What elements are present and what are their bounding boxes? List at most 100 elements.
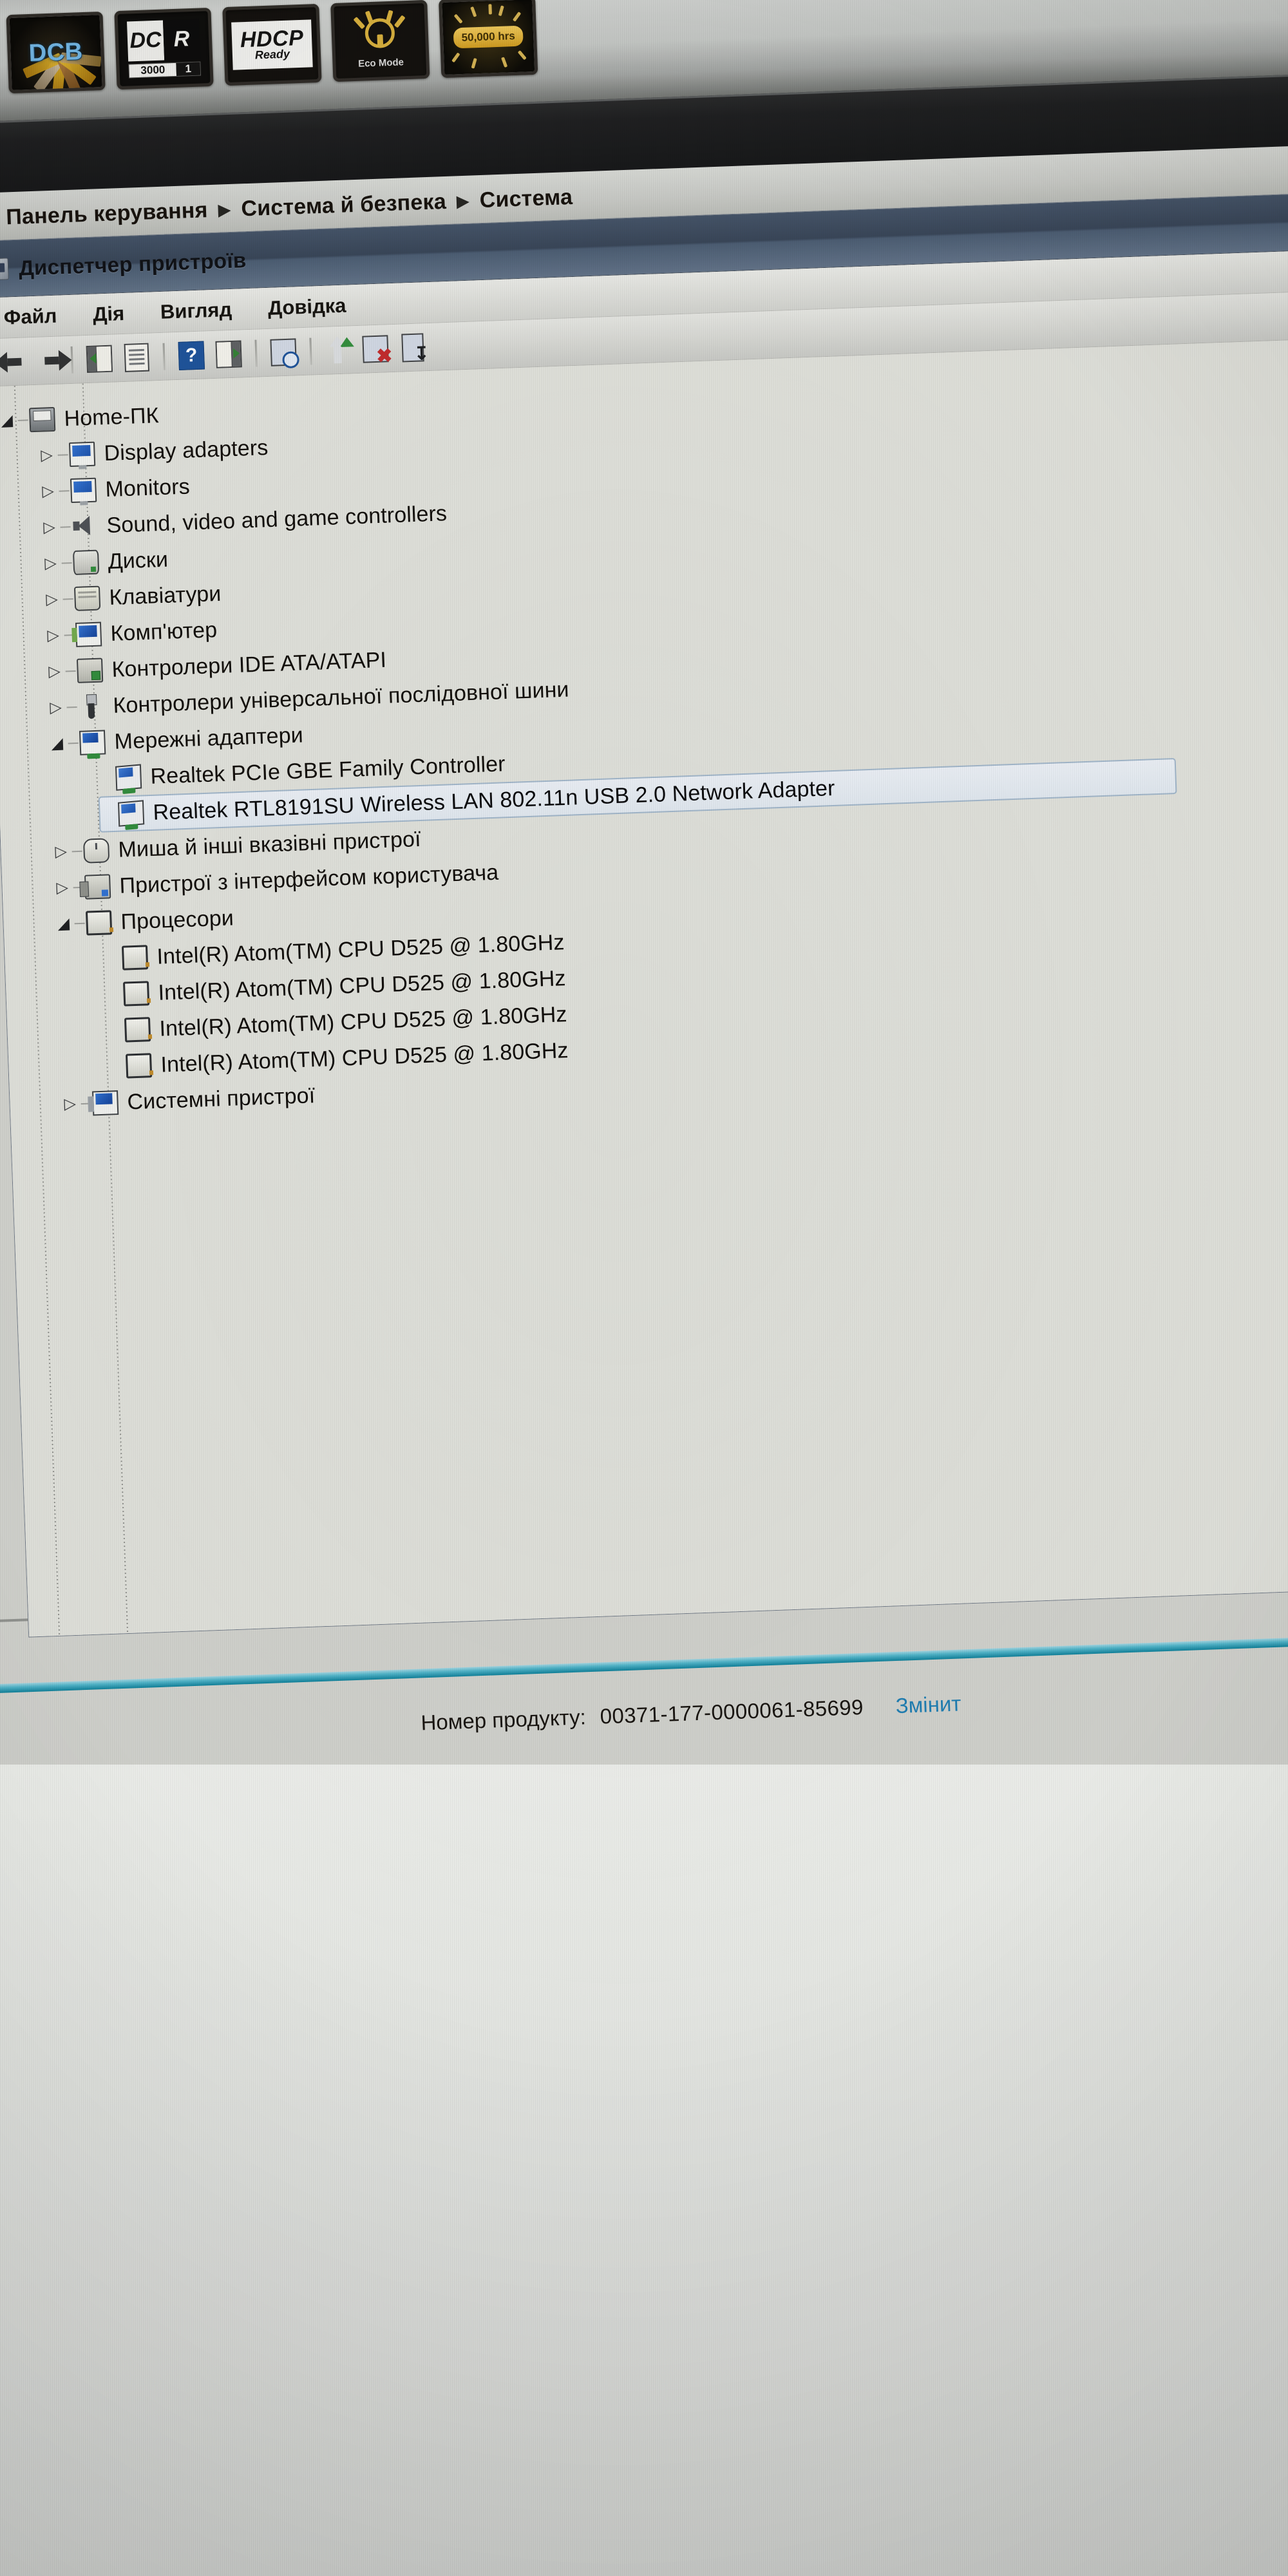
tree-node-label: Sound, video and game controllers	[106, 500, 448, 538]
tree-dash	[71, 850, 82, 853]
eco-mode-badge: Eco Mode	[330, 0, 430, 82]
tree-node-label: Клавіатури	[108, 581, 222, 610]
update-driver-icon	[327, 336, 354, 365]
uninstall-device-button[interactable]: ✖	[356, 331, 395, 366]
question-mark-icon: ?	[178, 341, 205, 370]
chevron-right-icon[interactable]: ▷	[44, 699, 67, 717]
tree-node-label: Процесори	[120, 905, 234, 934]
computer-icon	[28, 406, 56, 433]
update-driver-button[interactable]	[319, 333, 357, 368]
chevron-down-icon[interactable]: ◢	[52, 915, 75, 933]
cpu-icon	[124, 1017, 151, 1043]
dcb-badge-main: DCB	[28, 37, 84, 67]
tree-dash	[60, 526, 71, 528]
tree-node-label: Monitors	[104, 473, 191, 502]
tree-dash	[65, 670, 76, 672]
chevron-right-icon[interactable]: ▷	[50, 843, 72, 861]
network-card-icon	[117, 800, 145, 827]
forward-button[interactable]	[25, 343, 64, 378]
tree-dash	[62, 598, 73, 600]
menu-item-view[interactable]: Вигляд	[142, 293, 251, 328]
computer-node-icon	[75, 621, 102, 647]
device-manager-window: Диспетчер пристроїв Файл Дія Вигляд Дові…	[0, 193, 1288, 1638]
window-title: Диспетчер пристроїв	[18, 247, 247, 280]
system-device-icon	[91, 1090, 119, 1116]
bulb-icon	[365, 17, 395, 48]
dcr-main-right: R	[162, 19, 201, 61]
breadcrumb-item-system[interactable]: Система	[479, 184, 573, 213]
tree-node-label: Диски	[107, 547, 169, 574]
tree-dash	[17, 419, 28, 421]
cpu-icon	[122, 981, 150, 1007]
dcr-main-left: DC	[126, 20, 165, 62]
cpu-icon	[85, 910, 113, 936]
breadcrumb-item-control-panel[interactable]: Панель керування	[6, 198, 209, 230]
empty-lower-area	[0, 1765, 1288, 2576]
mouse-icon	[82, 838, 110, 864]
speaker-icon	[71, 514, 98, 539]
hours-badge-main: 50,000 hrs	[453, 25, 524, 48]
disk-drive-icon	[72, 549, 100, 576]
toolbar-separator	[254, 339, 258, 367]
chevron-down-icon[interactable]: ◢	[46, 735, 68, 753]
chevron-right-icon[interactable]: ▷	[41, 591, 63, 609]
show-action-pane-button[interactable]	[209, 337, 248, 372]
tree-dash	[66, 706, 77, 708]
cpu-icon	[121, 945, 149, 971]
breadcrumb-item-system-security[interactable]: Система й безпека	[241, 189, 447, 221]
dcr-ratio: 3000 1	[128, 61, 202, 78]
tree-node-label: Комп'ютер	[109, 617, 218, 646]
scan-hardware-button[interactable]	[264, 335, 303, 370]
monitor-icon	[68, 441, 96, 468]
tree-node-label: Мережні адаптери	[113, 722, 304, 754]
chevron-right-icon[interactable]: ▷	[59, 1095, 81, 1113]
dcr-logo: DC R	[126, 19, 201, 62]
help-button[interactable]: ?	[172, 338, 211, 373]
chevron-right-icon[interactable]: ▷	[43, 663, 66, 681]
tree-dash	[74, 922, 85, 925]
tree-node-label: Display adapters	[103, 435, 269, 466]
cpu-icon	[125, 1053, 153, 1079]
chevron-right-icon: ▸	[0, 206, 3, 229]
monitor-icon	[70, 477, 97, 504]
chevron-right-icon[interactable]: ▷	[35, 446, 58, 464]
chevron-right-icon[interactable]: ▷	[37, 482, 59, 500]
tree-node-label: Home-ПК	[63, 402, 160, 431]
chevron-down-icon[interactable]: ◢	[0, 412, 18, 430]
tree-dash	[57, 454, 68, 456]
chevron-right-icon[interactable]: ▷	[39, 554, 62, 573]
hdcp-badge-sub: Ready	[254, 47, 290, 61]
ide-controller-icon	[76, 658, 104, 683]
scan-magnifier-icon	[270, 337, 297, 366]
chevron-right-icon[interactable]: ▷	[42, 627, 64, 645]
uninstall-red-x-icon: ✖	[362, 334, 393, 366]
show-console-tree-button[interactable]	[80, 341, 118, 376]
back-button[interactable]	[0, 345, 26, 379]
disable-device-icon: ↧	[401, 332, 430, 363]
tree-dash	[68, 742, 79, 744]
chevron-right-icon[interactable]: ▷	[51, 879, 73, 897]
chevron-right-icon[interactable]: ▷	[38, 518, 61, 536]
network-card-icon	[115, 764, 142, 791]
menu-item-file[interactable]: Файл	[0, 299, 75, 334]
disable-device-button[interactable]: ↧	[393, 330, 432, 365]
menu-item-action[interactable]: Дія	[74, 297, 142, 330]
hdcp-badge: HDCP Ready	[222, 3, 322, 86]
menu-item-help[interactable]: Довідка	[249, 289, 365, 324]
tree-dash	[61, 562, 72, 564]
network-icon	[79, 730, 106, 755]
tree-dash	[59, 490, 70, 492]
toolbar-separator	[309, 337, 312, 365]
lifetime-hours-badge: 50,000 hrs	[439, 0, 538, 78]
device-tree[interactable]: ◢ Home-ПК ▷ Display adapters ▷ Monitors	[0, 339, 1288, 1637]
dcr-badge: DC R 3000 1	[114, 7, 214, 90]
device-manager-icon	[0, 257, 9, 281]
hdcp-plate: HDCP Ready	[231, 19, 313, 70]
properties-icon	[124, 343, 150, 372]
dcr-ratio-right: 1	[176, 62, 201, 76]
hid-icon	[84, 874, 111, 900]
keyboard-icon	[73, 585, 101, 611]
breadcrumb-separator-icon: ▶	[217, 199, 232, 220]
tree-node-label: Миша й інші вказівні пристрої	[117, 826, 422, 862]
properties-button[interactable]	[117, 340, 156, 375]
